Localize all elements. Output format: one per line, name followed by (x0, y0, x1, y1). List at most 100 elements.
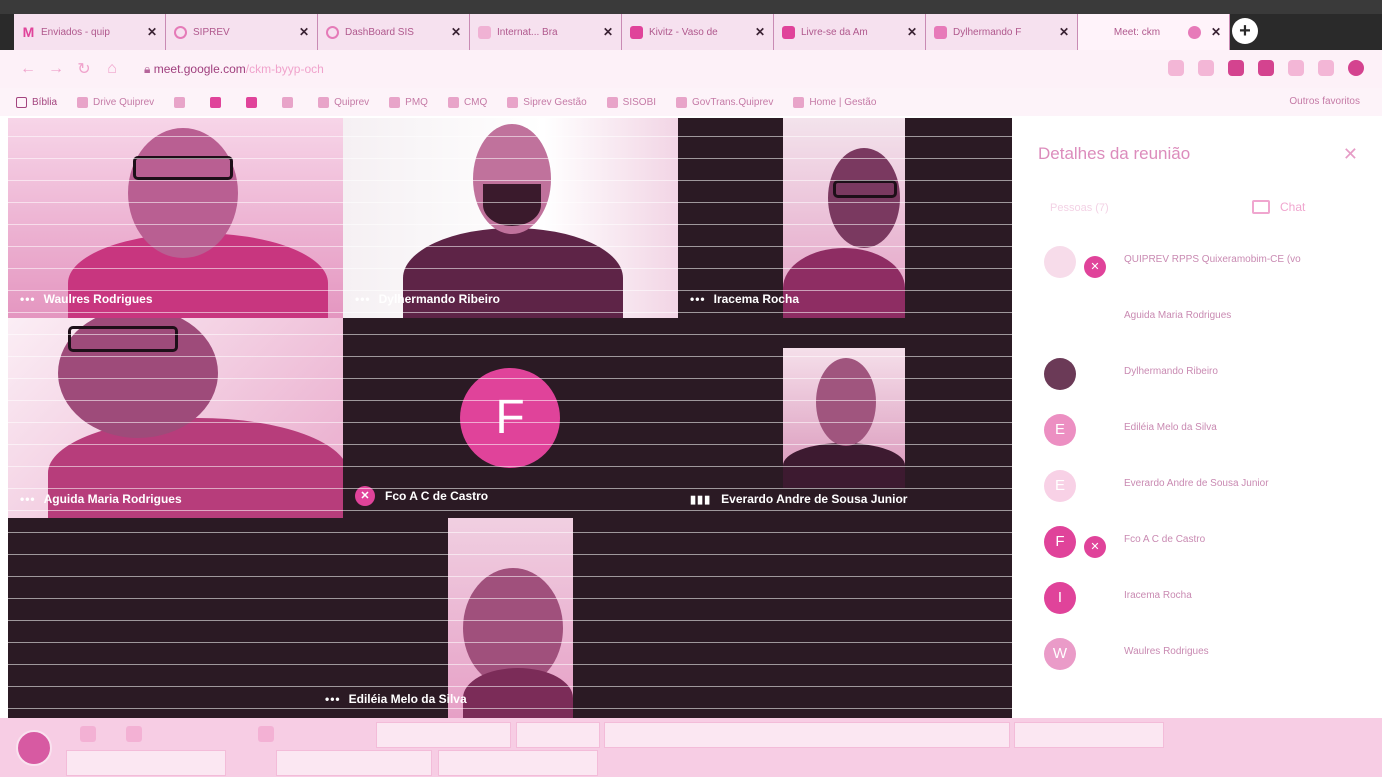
taskbar-window-button[interactable] (1014, 722, 1164, 748)
browser-tab[interactable]: Dylhermando F ✕ (926, 14, 1078, 50)
taskbar-window-button[interactable] (604, 722, 1010, 748)
browser-tab[interactable]: Internat... Bra ✕ (470, 14, 622, 50)
extension-icon[interactable] (1258, 60, 1274, 76)
participant-row[interactable]: I Iracema Rocha (1020, 572, 1382, 628)
participant-row[interactable]: E Ediléia Melo da Silva (1020, 404, 1382, 460)
bookmark-item[interactable]: Siprev Gestão (507, 96, 587, 108)
participant-name-tag: ••• Ediléia Melo da Silva (325, 692, 467, 706)
url-field[interactable]: 🔒︎ meet.google.com/ckm-byyp-och (144, 62, 324, 77)
other-bookmarks[interactable]: Outros favoritos (1289, 96, 1360, 107)
address-bar: ← → ↻ ⌂ 🔒︎ meet.google.com/ckm-byyp-och (0, 50, 1382, 88)
bookmark-label: CMQ (463, 96, 488, 108)
profile-avatar[interactable] (1348, 60, 1364, 76)
close-tab-icon[interactable]: ✕ (299, 25, 309, 39)
tab-people[interactable]: Pessoas (7) (1050, 202, 1109, 214)
video-tile[interactable]: ••• Aguida Maria Rodrigues (8, 318, 343, 518)
bookmark-item[interactable]: Home | Gestão (793, 96, 877, 108)
camera-icon[interactable] (1168, 60, 1184, 76)
beard (483, 184, 541, 226)
taskbar-icon[interactable] (80, 726, 96, 742)
bookmark-item[interactable]: GovTrans.Quiprev (676, 96, 773, 108)
extension-icon[interactable] (1318, 60, 1334, 76)
bookmark-icon-only[interactable] (210, 96, 226, 108)
close-tab-icon[interactable]: ✕ (603, 25, 613, 39)
close-tab-icon[interactable]: ✕ (147, 25, 157, 39)
browser-tab[interactable]: SIPREV ✕ (166, 14, 318, 50)
browser-tab-active[interactable]: Meet: ckm ✕ (1078, 14, 1230, 50)
participant-row[interactable]: F ✕ Fco A C de Castro (1020, 516, 1382, 572)
star-icon[interactable] (1198, 60, 1214, 76)
participant-row-name: Fco A C de Castro (1124, 534, 1206, 545)
extension-icon[interactable] (1288, 60, 1304, 76)
youtube-icon (782, 25, 795, 39)
bookmark-icon (174, 96, 186, 108)
browser-tab[interactable]: M Enviados - quip ✕ (14, 14, 166, 50)
video-tile[interactable]: ••• Iracema Rocha (678, 118, 1012, 318)
home-icon[interactable]: ⌂ (98, 60, 126, 78)
mic-off-icon: ✕ (355, 486, 375, 506)
bookmark-item[interactable]: Drive Quiprev (77, 96, 154, 108)
taskbar-window-button[interactable] (376, 722, 511, 748)
browser-tab[interactable]: DashBoard SIS ✕ (318, 14, 470, 50)
more-options-icon[interactable]: ••• (20, 292, 36, 306)
youtube-icon (630, 25, 643, 39)
more-options-icon[interactable]: ••• (325, 692, 341, 706)
bookmark-icon-only[interactable] (174, 96, 190, 108)
video-tile[interactable]: ▮▮▮ Everardo Andre de Sousa Junior (678, 318, 1012, 518)
globe-icon (793, 96, 805, 108)
participant-row[interactable]: ✕ QUIPREV RPPS Quixeramobim-CE (vo (1020, 236, 1382, 292)
taskbar-window-button[interactable] (66, 750, 226, 776)
bookmark-label: Quiprev (334, 96, 370, 108)
participant-row[interactable]: E Everardo Andre de Sousa Junior (1020, 460, 1382, 516)
video-tile[interactable]: F ✕ Fco A C de Castro (343, 318, 678, 518)
browser-tab[interactable]: Kivitz - Vaso de ✕ (622, 14, 774, 50)
participant-row[interactable]: Dylhermando Ribeiro (1020, 348, 1382, 404)
participant-row[interactable]: W Waulres Rodrigues (1020, 628, 1382, 684)
video-tile[interactable]: ••• Dylhermando Ribeiro (343, 118, 678, 318)
participant-row[interactable]: Aguida Maria Rodrigues (1020, 292, 1382, 348)
participant-name: Ediléia Melo da Silva (348, 692, 467, 706)
taskbar-window-button[interactable] (516, 722, 600, 748)
taskbar-icon[interactable] (258, 726, 274, 742)
tab-chat[interactable]: Chat (1252, 200, 1305, 214)
pdf-extension-icon[interactable] (1228, 60, 1244, 76)
glasses (68, 326, 178, 352)
participant-row-name: Aguida Maria Rodrigues (1124, 310, 1232, 321)
participant-name: Waulres Rodrigues (43, 292, 153, 306)
reload-icon[interactable]: ↻ (70, 59, 98, 79)
meet-recording-icon (1187, 25, 1201, 39)
bookmark-icon-only[interactable] (246, 96, 262, 108)
bookmark-item[interactable]: CMQ (447, 96, 488, 108)
close-tab-icon[interactable]: ✕ (755, 25, 765, 39)
taskbar-window-button[interactable] (438, 750, 598, 776)
close-tab-icon[interactable]: ✕ (1211, 25, 1221, 39)
bookmark-label: PMQ (405, 96, 428, 108)
bookmark-icon-only[interactable] (282, 96, 298, 108)
browser-tab[interactable]: Livre-se da Am ✕ (774, 14, 926, 50)
more-options-icon[interactable]: ••• (20, 492, 36, 506)
taskbar-window-button[interactable] (276, 750, 432, 776)
new-tab-button[interactable]: + (1232, 18, 1258, 44)
bookmark-label: Home | Gestão (809, 96, 877, 108)
video-tile[interactable]: ••• Ediléia Melo da Silva (313, 518, 573, 718)
more-options-icon[interactable]: ••• (690, 292, 706, 306)
lock-icon: 🔒︎ (144, 61, 154, 76)
close-tab-icon[interactable]: ✕ (907, 25, 917, 39)
forward-icon[interactable]: → (42, 60, 70, 78)
more-options-icon[interactable]: ••• (355, 292, 371, 306)
video-tile[interactable]: ••• Waulres Rodrigues (8, 118, 343, 318)
close-icon[interactable]: ✕ (1343, 144, 1358, 165)
participant-photo-avatar (1044, 358, 1076, 390)
tab-strip-top (0, 0, 1382, 14)
bookmark-item[interactable]: Bíblia (16, 96, 57, 108)
participant-row-name: QUIPREV RPPS Quixeramobim-CE (vo (1124, 254, 1301, 265)
start-button[interactable] (16, 730, 52, 766)
close-tab-icon[interactable]: ✕ (451, 25, 461, 39)
bookmark-item[interactable]: SISOBI (606, 96, 656, 108)
bookmark-item[interactable]: PMQ (389, 96, 428, 108)
bookmark-icon (318, 96, 330, 108)
bookmark-item[interactable]: Quiprev (318, 96, 370, 108)
close-tab-icon[interactable]: ✕ (1059, 25, 1069, 39)
back-icon[interactable]: ← (14, 60, 42, 78)
taskbar-icon[interactable] (126, 726, 142, 742)
